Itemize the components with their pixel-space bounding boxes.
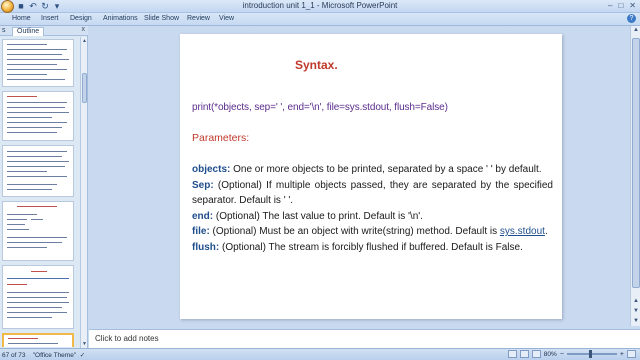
notes-placeholder: Click to add notes (95, 334, 159, 343)
zoom-out-icon[interactable]: − (560, 351, 564, 358)
minimize-icon[interactable]: – (608, 1, 612, 11)
zoom-slider[interactable] (566, 350, 617, 358)
title-bar: ■ ↶ ↻ ▾ introduction unit 1_1 - Microsof… (0, 0, 640, 13)
status-bar: 67 of 73 "Office Theme" ✓ 80% − + (0, 348, 640, 360)
fit-window-button[interactable] (627, 350, 636, 358)
tab-home[interactable]: Home (12, 15, 31, 22)
tab-review[interactable]: Review (187, 15, 210, 22)
slide-thumbnail[interactable] (2, 39, 74, 87)
slide-sorter-button[interactable] (519, 350, 529, 358)
tab-slides[interactable]: s (2, 27, 6, 34)
pane-tabs: s Outline x (0, 26, 88, 36)
window-controls: – □ ✕ (608, 1, 636, 11)
param-file: file: (Optional) Must be an object with … (192, 226, 548, 237)
param-objects: objects: One or more objects to be print… (192, 164, 542, 175)
slide-thumbnail[interactable] (2, 145, 74, 197)
pane-scroll-thumb[interactable] (82, 73, 87, 103)
slides-pane: s Outline x ▲ ▼ (0, 26, 88, 348)
slide-thumbnail-selected[interactable] (2, 333, 74, 347)
slide-scroll-thumb[interactable] (632, 38, 640, 288)
maximize-icon[interactable]: □ (618, 1, 623, 11)
slide-thumbnails (0, 37, 80, 347)
view-controls: 80% − + (507, 350, 636, 358)
next-slide-icon[interactable]: ▼ (631, 307, 640, 316)
scroll-down-icon[interactable]: ▼ (631, 317, 640, 326)
spell-check-icon[interactable]: ✓ (80, 352, 85, 359)
slide-edit-area: Syntax. print(*objects, sep=' ', end='\n… (89, 26, 630, 326)
scroll-down-icon[interactable]: ▼ (81, 340, 88, 348)
help-icon[interactable]: ? (627, 14, 636, 23)
close-icon[interactable]: ✕ (629, 1, 636, 11)
parameters-heading[interactable]: Parameters: (192, 132, 249, 144)
scroll-up-icon[interactable]: ▲ (631, 26, 640, 35)
previous-slide-icon[interactable]: ▲ (631, 297, 640, 306)
tab-slide-show[interactable]: Slide Show (144, 15, 179, 22)
parameters-body[interactable]: objects: One or more objects to be print… (192, 162, 553, 255)
slide-thumbnail[interactable] (2, 265, 74, 329)
tab-design[interactable]: Design (70, 15, 92, 22)
notes-pane[interactable]: Click to add notes (89, 329, 640, 348)
close-pane-icon[interactable]: x (82, 26, 86, 33)
sys-stdout-link[interactable]: sys.stdout (500, 226, 545, 237)
tab-animations[interactable]: Animations (103, 15, 138, 22)
slide-title[interactable]: Syntax. (295, 58, 338, 72)
param-end: end: (Optional) The last value to print.… (192, 210, 423, 222)
ribbon-tabs: Home Insert Design Animations Slide Show… (0, 13, 640, 26)
window-title: introduction unit 1_1 - Microsoft PowerP… (242, 1, 398, 10)
tab-insert[interactable]: Insert (41, 15, 59, 22)
normal-view-button[interactable] (507, 350, 517, 358)
slide-scrollbar[interactable]: ▲ ▲ ▼ ▼ (630, 26, 640, 326)
slide-thumbnail[interactable] (2, 91, 74, 141)
zoom-level[interactable]: 80% (544, 351, 557, 358)
status-slide-info: 67 of 73 "Office Theme" ✓ (2, 352, 86, 359)
scroll-up-icon[interactable]: ▲ (81, 37, 88, 45)
param-sep: Sep: (Optional) If multiple objects pass… (192, 179, 553, 207)
param-flush: flush: (Optional) The stream is forcibly… (192, 241, 523, 253)
slide-canvas[interactable]: Syntax. print(*objects, sep=' ', end='\n… (180, 34, 562, 319)
tab-outline[interactable]: Outline (12, 27, 45, 36)
zoom-in-icon[interactable]: + (620, 351, 624, 358)
syntax-line[interactable]: print(*objects, sep=' ', end='\n', file=… (192, 102, 448, 113)
slide-show-button[interactable] (531, 350, 541, 358)
tab-view[interactable]: View (219, 15, 234, 22)
pane-scrollbar[interactable]: ▲ ▼ (80, 37, 87, 348)
slide-thumbnail[interactable] (2, 201, 74, 261)
